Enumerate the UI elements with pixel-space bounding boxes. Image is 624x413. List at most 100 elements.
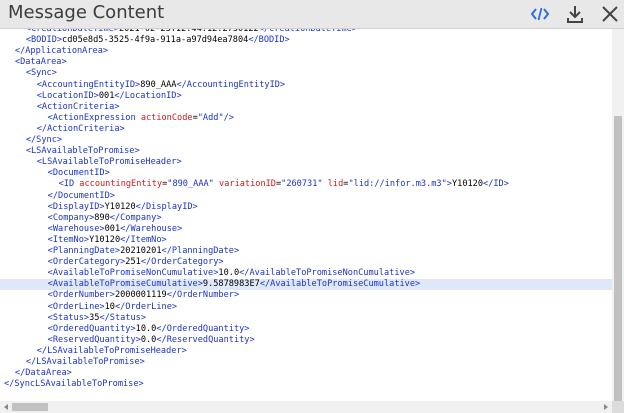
xml-token: /> [223,112,234,123]
xml-token: </ActionCriteria> [36,123,125,134]
xml-line: </LSAvailableToPromise> [0,357,145,368]
xml-token: <Status> [47,312,90,323]
xml-token: 2021-02-23T12:44:12.2750122 [119,29,259,34]
xml-token: </PlanningDate> [161,246,240,256]
xml-line: <ID accountingEntity="890_AAA" variation… [0,179,509,190]
xml-token: </OrderedQuantity> [156,323,250,334]
horizontal-scrollbar[interactable] [0,401,612,413]
xml-line: <BODID>cd05e8d5-3525-4f9a-911a-a97d94ea7… [0,35,290,46]
vertical-scroll-thumb[interactable] [614,116,622,406]
horizontal-scroll-thumb[interactable] [12,403,48,411]
scrollbar-corner [612,401,624,413]
xml-line: <ReservedQuantity>0.0</ReservedQuantity> [0,335,255,346]
close-icon[interactable] [600,4,620,24]
xml-token: <DocumentID> [47,168,110,179]
xml-line: <OrderCategory>251</OrderCategory> [0,257,224,268]
xml-line: <DocumentID> [0,168,110,179]
xml-token: "Add" [197,112,224,123]
xml-line: </ActionCriteria> [0,124,125,135]
xml-line: <OrderedQuantity>10.0</OrderedQuantity> [0,323,250,335]
xml-token: Y10120 [89,234,121,245]
xml-token: </Warehouse> [120,223,183,234]
xml-token: </LocationID> [114,90,182,101]
xml-token: 0.0 [140,334,157,345]
xml-token: </SyncLSAvailableToPromise> [4,379,144,390]
xml-token: </ID> [483,179,509,190]
xml-token: 2000001119 [114,290,167,301]
xml-line: <OrderLine>10</OrderLine> [0,302,177,313]
xml-token: <ID [58,179,80,190]
xml-token: </OrderCategory> [140,257,224,268]
xml-line: <PlanningDate>20210201</PlanningDate> [0,246,239,257]
xml-token: </CreationDateTime> [258,29,358,34]
xml-token: <ActionExpression [47,112,141,123]
xml-line: <Status>35</Status> [0,313,146,324]
xml-token: 001 [98,90,115,101]
xml-token: </DisplayID> [135,201,198,212]
xml-token: <OrderCategory> [47,257,126,268]
xml-line: <Warehouse>001</Warehouse> [0,223,183,235]
xml-line: <ItemNo>Y10120</ItemNo> [0,235,167,246]
xml-line: </ApplicationArea> [0,46,108,57]
xml-token: "890_AAA" [167,179,214,190]
xml-token: </ItemNo> [120,234,167,245]
xml-token: <PlanningDate> [47,246,121,256]
xml-token: <ItemNo> [47,234,90,245]
xml-line: </DataArea> [0,368,72,379]
xml-token: "260731" [281,179,323,190]
code-icon[interactable] [530,4,550,24]
xml-token: </DocumentID> [47,190,115,201]
xml-code-viewer[interactable]: <CreationDateTime>2021-02-23T12:44:12.27… [0,29,612,401]
xml-line: <LSAvailableToPromise> [0,146,140,157]
xml-token: <OrderNumber> [47,290,115,301]
xml-token: </ReservedQuantity> [156,334,255,345]
xml-token: </Sync> [25,135,63,145]
xml-token: </AvailableToPromiseNonCumulative> [239,268,416,279]
xml-token: </AccountingEntityID> [176,79,286,90]
xml-line: <AccountingEntityID>890_AAA</AccountingE… [0,80,285,91]
xml-token: 251 [125,257,141,268]
xml-line: <AvailableToPromiseNonCumulative>10.0</A… [0,268,415,279]
xml-token: 9.5878983E7 [202,279,260,290]
xml-token: <DataArea> [14,57,67,68]
xml-token: <AvailableToPromiseCumulative> [47,279,203,290]
vertical-scrollbar[interactable] [612,29,624,406]
xml-token: "lid://infor.m3.m3" [348,179,447,190]
xml-line: <CreationDateTime>2021-02-23T12:44:12.27… [0,29,357,35]
xml-token: 10 [104,301,115,312]
xml-token: Y10120 [451,179,484,190]
xml-token: 890 [94,212,110,223]
xml-line: </Sync> [0,135,62,146]
xml-token: <AccountingEntityID> [36,79,141,90]
scroll-left-icon[interactable] [1,401,11,413]
xml-token: 35 [89,312,100,323]
xml-token: <DisplayID> [47,201,105,212]
xml-line: <ActionCriteria> [0,102,120,113]
xml-token: </AvailableToPromiseCumulative> [259,279,421,290]
xml-token: </OrderNumber> [166,290,240,301]
xml-token: <AvailableToPromiseNonCumulative> [47,268,219,279]
xml-token: </LSAvailableToPromiseHeader> [36,345,187,356]
download-icon[interactable] [565,4,585,24]
xml-token: 001 [104,223,121,234]
xml-token: </OrderLine> [114,301,178,312]
xml-token: <BODID> [25,35,63,46]
xml-token: </BODID> [248,35,290,46]
xml-line: <LSAvailableToPromiseHeader> [0,157,182,168]
xml-token: </Status> [99,312,147,323]
xml-token: 10.0 [135,323,157,334]
xml-token: <LSAvailableToPromise> [25,146,140,157]
xml-line: </SyncLSAvailableToPromise> [0,379,144,390]
xml-token: </DataArea> [14,368,72,379]
scroll-right-icon[interactable] [601,401,611,413]
xml-line: <ActionExpression actionCode="Add"/> [0,113,234,124]
xml-token: CreationDateTime [31,29,114,34]
xml-line: </LSAvailableToPromiseHeader> [0,346,187,357]
xml-line: <Sync> [0,68,57,79]
xml-line: <DisplayID>Y10120</DisplayID> [0,202,198,213]
xml-token: 890_AAA [140,79,177,90]
xml-token: </Company> [109,212,162,223]
xml-token: Y10120 [104,201,136,212]
xml-token: actionCode [140,112,193,123]
xml-token: <LSAvailableToPromiseHeader> [36,157,182,168]
